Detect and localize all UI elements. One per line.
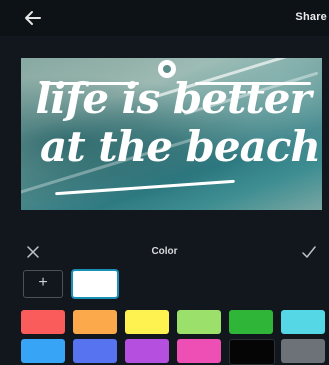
color-swatch[interactable] — [281, 310, 325, 334]
quote-line-2: at the beach — [40, 122, 321, 171]
color-title: Color — [151, 246, 178, 257]
plus-icon: + — [38, 274, 48, 291]
color-swatch[interactable] — [21, 339, 65, 363]
color-swatch[interactable] — [21, 310, 65, 334]
color-swatch[interactable] — [125, 339, 169, 363]
share-button[interactable]: Share — [295, 11, 327, 23]
top-bar: Share — [0, 0, 329, 36]
quote-line-1: life is better — [35, 74, 311, 123]
photo-canvas[interactable]: life is better at the beach — [21, 58, 322, 210]
color-swatch[interactable] — [73, 310, 117, 334]
color-swatch[interactable] — [281, 339, 325, 363]
quote-text[interactable]: life is better at the beach — [23, 78, 322, 168]
color-swatch[interactable] — [125, 310, 169, 334]
add-color-button[interactable]: + — [23, 270, 63, 298]
color-swatch[interactable] — [177, 310, 221, 334]
color-swatch[interactable] — [229, 339, 275, 365]
color-swatch[interactable] — [73, 339, 117, 363]
color-swatch[interactable] — [229, 310, 273, 334]
back-arrow-icon[interactable] — [20, 5, 46, 31]
color-swatch[interactable] — [177, 339, 221, 363]
selected-color-swatch[interactable] — [71, 269, 119, 299]
color-header: Color — [0, 237, 329, 267]
checkmark-icon[interactable] — [301, 244, 317, 260]
